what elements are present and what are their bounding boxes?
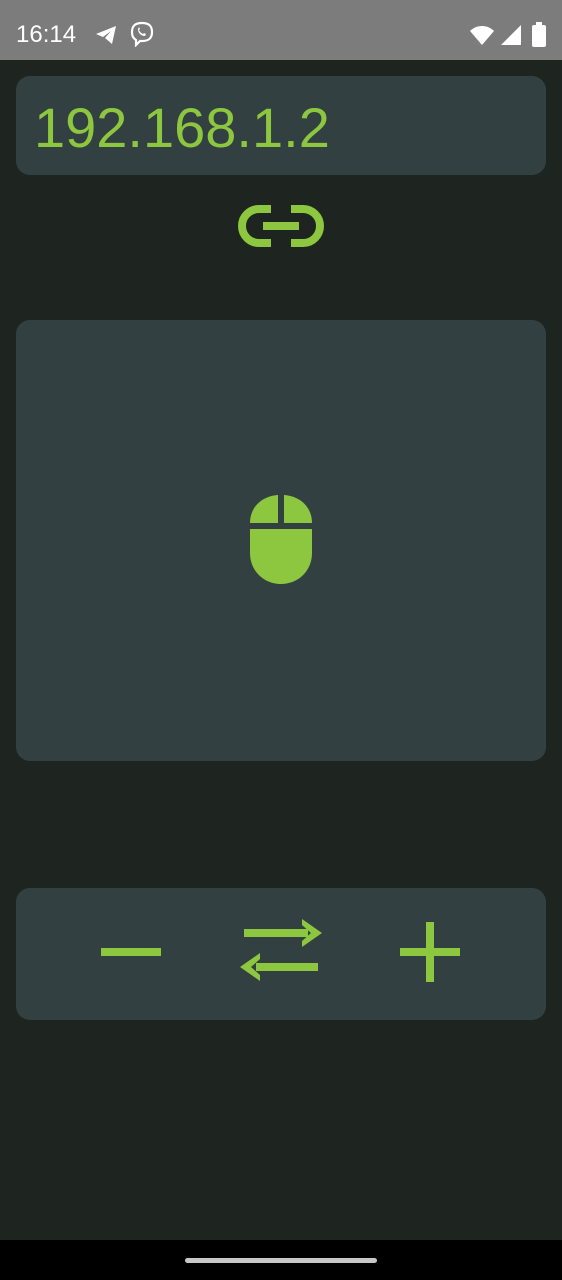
swap-button[interactable] (236, 914, 326, 994)
link-icon (237, 203, 325, 254)
minus-button[interactable] (86, 914, 176, 994)
ip-address-field[interactable]: 192.168.1.2 (16, 76, 546, 175)
minus-icon (100, 921, 162, 988)
plus-icon (399, 921, 461, 988)
cellular-signal-icon (500, 24, 522, 51)
telegram-icon (94, 24, 118, 51)
plus-button[interactable] (385, 914, 475, 994)
status-bar: 16:14 (0, 0, 562, 60)
home-gesture-handle[interactable] (185, 1258, 377, 1263)
connect-button[interactable] (232, 198, 330, 258)
ip-address-value[interactable]: 192.168.1.2 (34, 98, 330, 158)
navigation-bar (0, 1240, 562, 1280)
wifi-icon (469, 24, 495, 51)
controls-bar (16, 888, 546, 1020)
touchpad-area[interactable] (16, 320, 546, 761)
swap-arrows-icon (238, 918, 324, 991)
viber-icon (129, 21, 155, 52)
battery-icon (531, 22, 547, 53)
mouse-icon (248, 493, 314, 591)
status-time: 16:14 (16, 21, 77, 48)
